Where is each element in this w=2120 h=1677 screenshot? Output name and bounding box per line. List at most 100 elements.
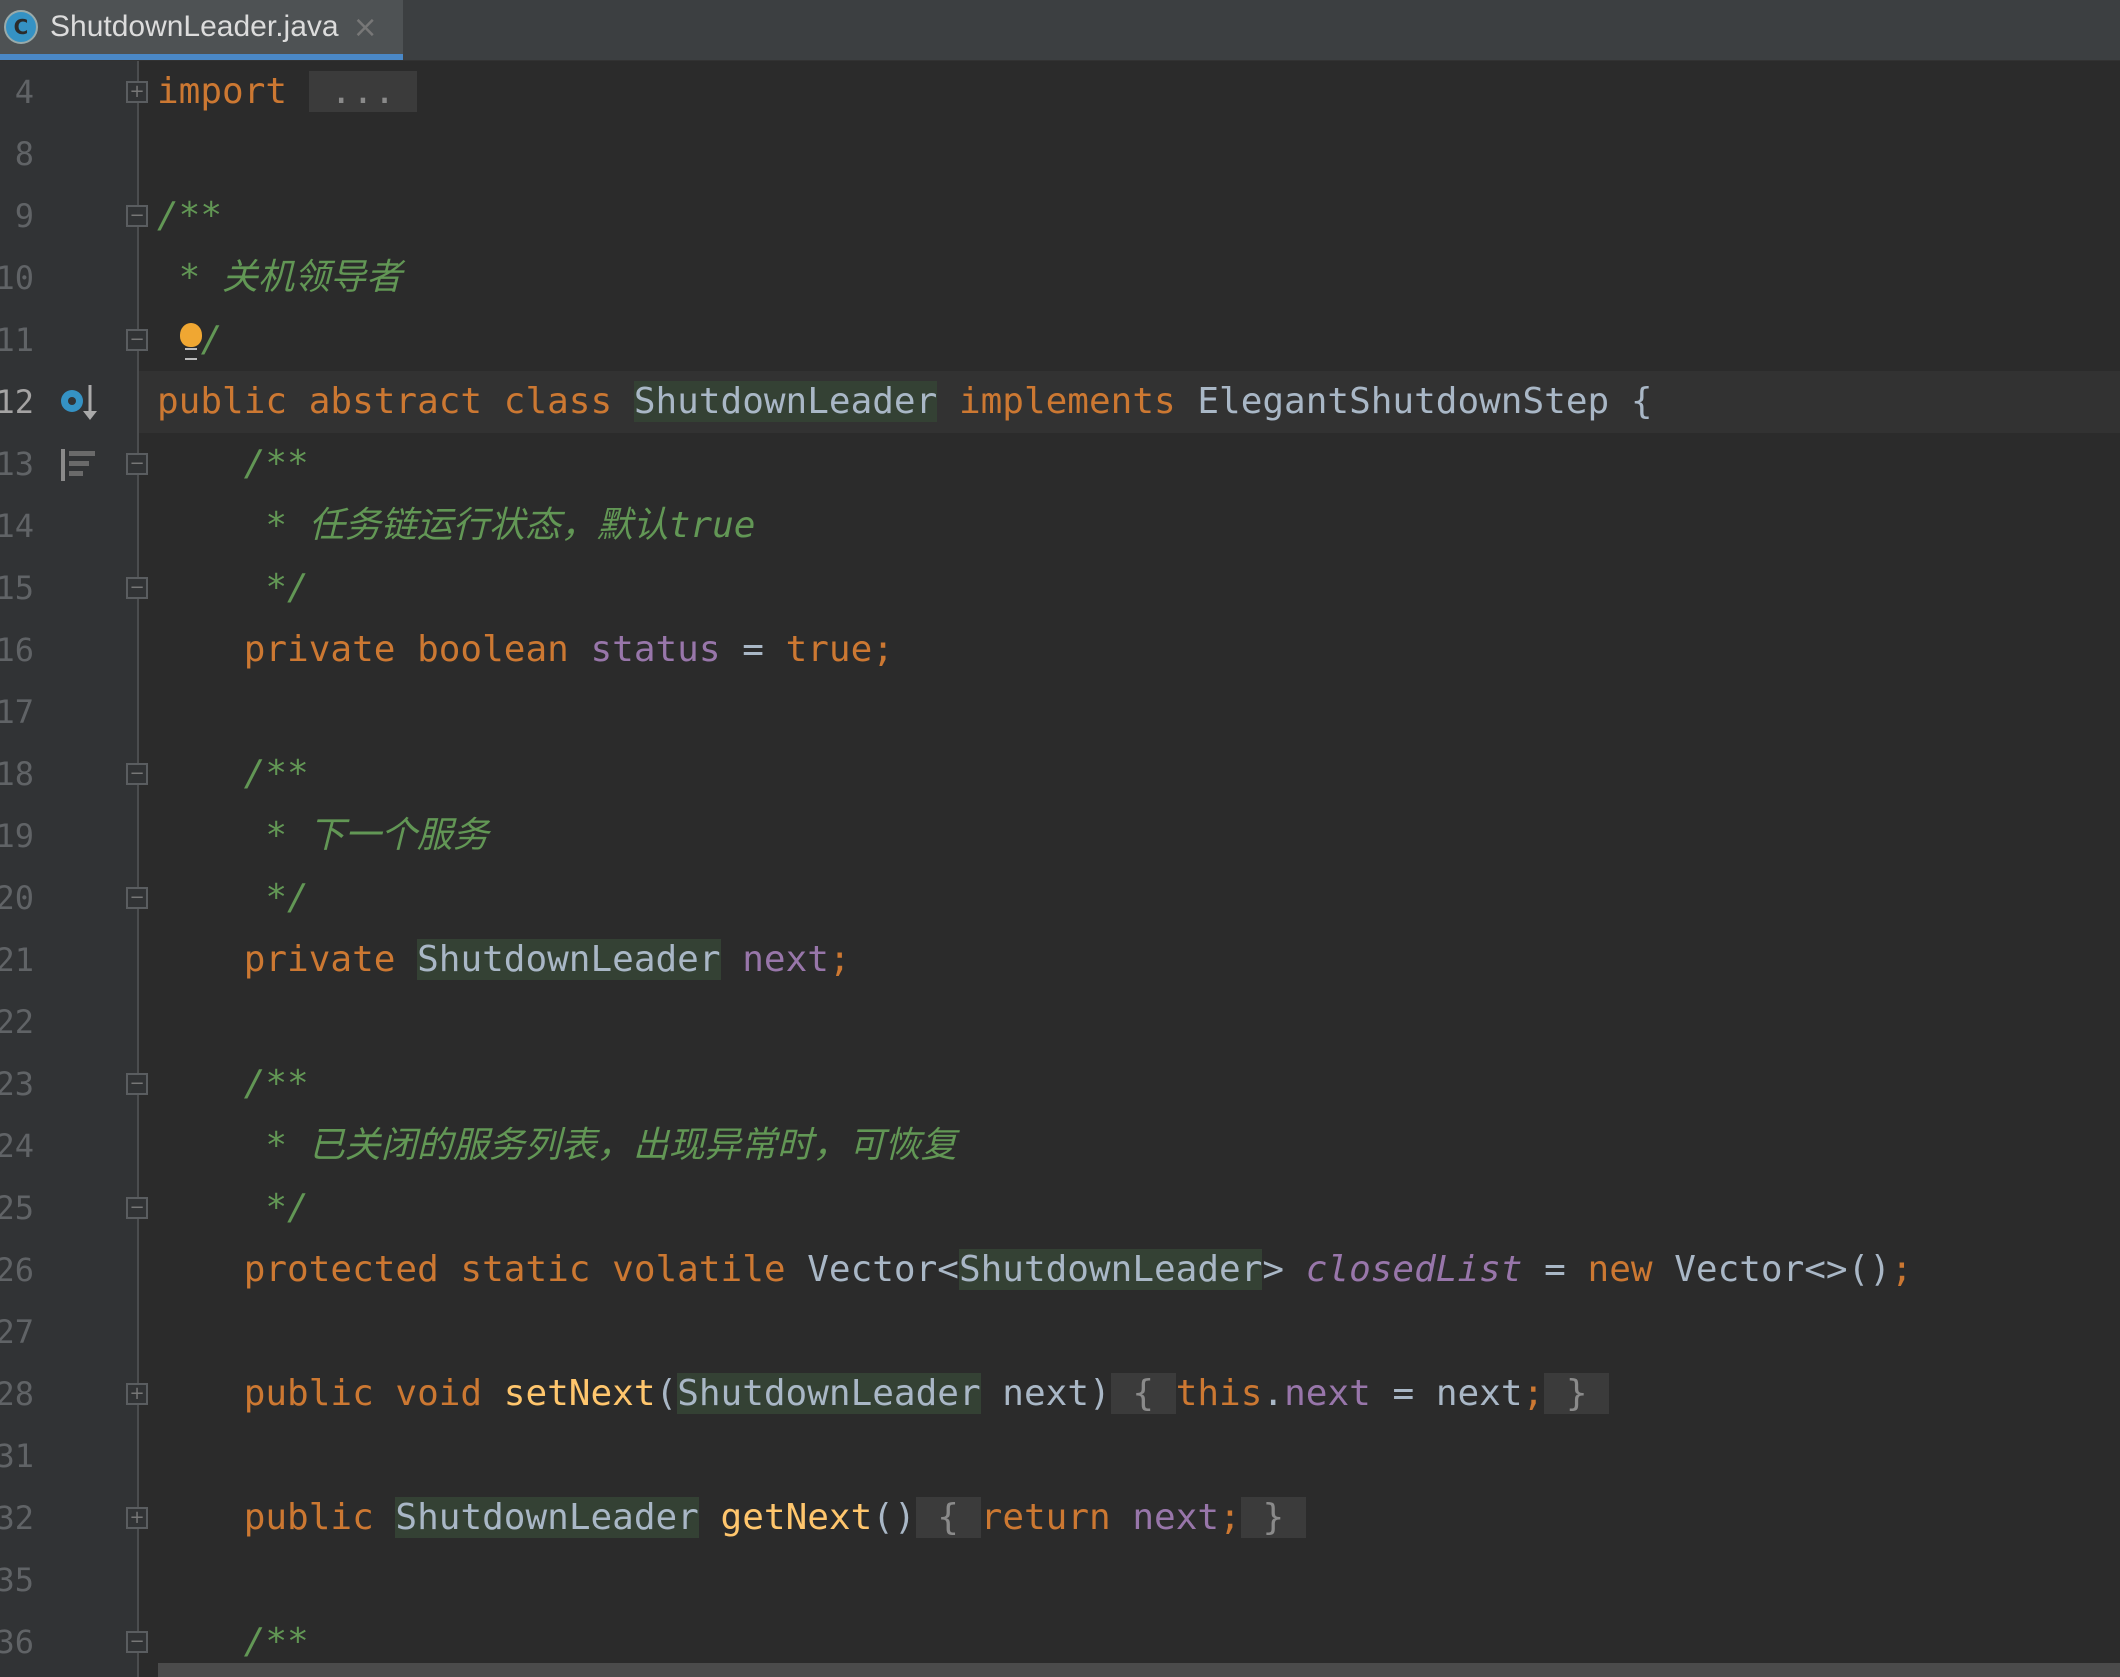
line-number[interactable]: 21: [0, 929, 34, 991]
code-line[interactable]: 32 + public ShutdownLeader getNext() { re…: [0, 1487, 2120, 1549]
code-token: /**: [157, 753, 309, 794]
code-line[interactable]: 14 * 任务链运行状态，默认true: [0, 495, 2120, 557]
line-number[interactable]: 20: [0, 867, 34, 929]
line-number[interactable]: 31: [0, 1425, 34, 1487]
code-line[interactable]: 23 − /**: [0, 1053, 2120, 1115]
line-number[interactable]: 15: [0, 557, 34, 619]
code-token: getNext: [720, 1497, 873, 1538]
code-text: public ShutdownLeader getNext() { return…: [157, 1487, 1306, 1549]
code-line[interactable]: 9 −/**: [0, 185, 2120, 247]
code-line[interactable]: 12 public abstract class ShutdownLeader i…: [0, 371, 2120, 433]
structure-icon[interactable]: [58, 445, 100, 489]
line-number[interactable]: 25: [0, 1177, 34, 1239]
code-line[interactable]: 26 protected static volatile Vector<Shut…: [0, 1239, 2120, 1301]
code-token: }: [1544, 1373, 1610, 1414]
fold-collapse-icon[interactable]: −: [126, 1197, 148, 1219]
fold-collapse-icon[interactable]: −: [126, 453, 148, 475]
code-text: public void setNext(ShutdownLeader next)…: [157, 1363, 1610, 1425]
code-token: implements: [937, 381, 1198, 422]
code-line[interactable]: 25 − */: [0, 1177, 2120, 1239]
code-line[interactable]: 17: [0, 681, 2120, 743]
tab-title: ShutdownLeader.java: [50, 10, 339, 43]
code-line[interactable]: 24 * 已关闭的服务列表，出现异常时，可恢复: [0, 1115, 2120, 1177]
tab-shutdownleader-java[interactable]: C ShutdownLeader.java ×: [0, 0, 403, 60]
line-number[interactable]: 8: [0, 123, 34, 185]
code-text: * 下一个服务: [157, 805, 488, 867]
code-text: private ShutdownLeader next;: [157, 929, 851, 991]
fold-collapse-icon[interactable]: −: [126, 1631, 148, 1653]
code-token: next: [1284, 1373, 1371, 1414]
code-line[interactable]: 15 − */: [0, 557, 2120, 619]
code-token: */: [157, 877, 309, 918]
code-token: */: [157, 567, 309, 608]
code-line[interactable]: 19 * 下一个服务: [0, 805, 2120, 867]
fold-expand-icon[interactable]: +: [126, 1507, 148, 1529]
code-token: ...: [308, 71, 418, 112]
code-text: private boolean status = true;: [157, 619, 894, 681]
code-line[interactable]: 35: [0, 1549, 2120, 1611]
line-number[interactable]: 19: [0, 805, 34, 867]
fold-collapse-icon[interactable]: −: [126, 763, 148, 785]
code-token: public abstract class: [157, 381, 634, 422]
line-number[interactable]: 23: [0, 1053, 34, 1115]
fold-collapse-icon[interactable]: −: [126, 887, 148, 909]
implements-icon[interactable]: [58, 383, 100, 427]
line-number[interactable]: 24: [0, 1115, 34, 1177]
line-number[interactable]: 22: [0, 991, 34, 1053]
code-token: status: [590, 629, 721, 670]
line-number[interactable]: 13: [0, 433, 34, 495]
line-number[interactable]: 14: [0, 495, 34, 557]
line-number[interactable]: 35: [0, 1549, 34, 1611]
fold-collapse-icon[interactable]: −: [126, 205, 148, 227]
line-number[interactable]: 36: [0, 1611, 34, 1673]
code-line[interactable]: 22: [0, 991, 2120, 1053]
fold-collapse-icon[interactable]: −: [126, 577, 148, 599]
line-number[interactable]: 12: [0, 371, 34, 433]
class-icon: C: [4, 10, 38, 44]
code-token: ShutdownLeader: [633, 381, 938, 422]
line-number[interactable]: 17: [0, 681, 34, 743]
code-token: }: [1240, 1497, 1306, 1538]
code-text: * 已关闭的服务列表，出现异常时，可恢复: [157, 1115, 957, 1177]
fold-collapse-icon[interactable]: −: [126, 1073, 148, 1095]
code-line[interactable]: 20 − */: [0, 867, 2120, 929]
code-line[interactable]: 18 − /**: [0, 743, 2120, 805]
code-line[interactable]: 16 private boolean status = true;: [0, 619, 2120, 681]
lightbulb-icon[interactable]: [179, 321, 202, 360]
editor-tab-bar: C ShutdownLeader.java ×: [0, 0, 2120, 61]
code-line[interactable]: 8: [0, 123, 2120, 185]
code-token: =: [720, 629, 786, 670]
line-number[interactable]: 10: [0, 247, 34, 309]
fold-expand-icon[interactable]: +: [126, 81, 148, 103]
code-token: true;: [785, 629, 894, 670]
horizontal-scrollbar[interactable]: [158, 1663, 2120, 1677]
code-line[interactable]: 11 − /: [0, 309, 2120, 371]
line-number[interactable]: 4: [0, 61, 34, 123]
fold-expand-icon[interactable]: +: [126, 1383, 148, 1405]
code-token: ShutdownLeader: [958, 1249, 1263, 1290]
code-token: * 已关闭的服务列表，出现异常时，可恢复: [157, 1125, 957, 1166]
line-number[interactable]: 9: [0, 185, 34, 247]
code-text: /**: [157, 743, 309, 805]
code-token: import: [157, 71, 288, 112]
code-line[interactable]: 31: [0, 1425, 2120, 1487]
code-token: * 关机领导者: [157, 257, 403, 298]
line-number[interactable]: 26: [0, 1239, 34, 1301]
line-number[interactable]: 32: [0, 1487, 34, 1549]
line-number[interactable]: 27: [0, 1301, 34, 1363]
code-token: ;: [1219, 1497, 1241, 1538]
code-line[interactable]: 27: [0, 1301, 2120, 1363]
code-line[interactable]: 13 − /**: [0, 433, 2120, 495]
line-number[interactable]: 18: [0, 743, 34, 805]
line-number[interactable]: 16: [0, 619, 34, 681]
code-text: * 关机领导者: [157, 247, 402, 309]
code-line[interactable]: 10 * 关机领导者: [0, 247, 2120, 309]
line-number[interactable]: 28: [0, 1363, 34, 1425]
fold-collapse-icon[interactable]: −: [126, 329, 148, 351]
code-line[interactable]: 28 + public void setNext(ShutdownLeader n…: [0, 1363, 2120, 1425]
close-icon[interactable]: ×: [353, 10, 378, 45]
code-line[interactable]: 4 + import ...: [0, 61, 2120, 123]
code-line[interactable]: 21 private ShutdownLeader next;: [0, 929, 2120, 991]
line-number[interactable]: 11: [0, 309, 34, 371]
